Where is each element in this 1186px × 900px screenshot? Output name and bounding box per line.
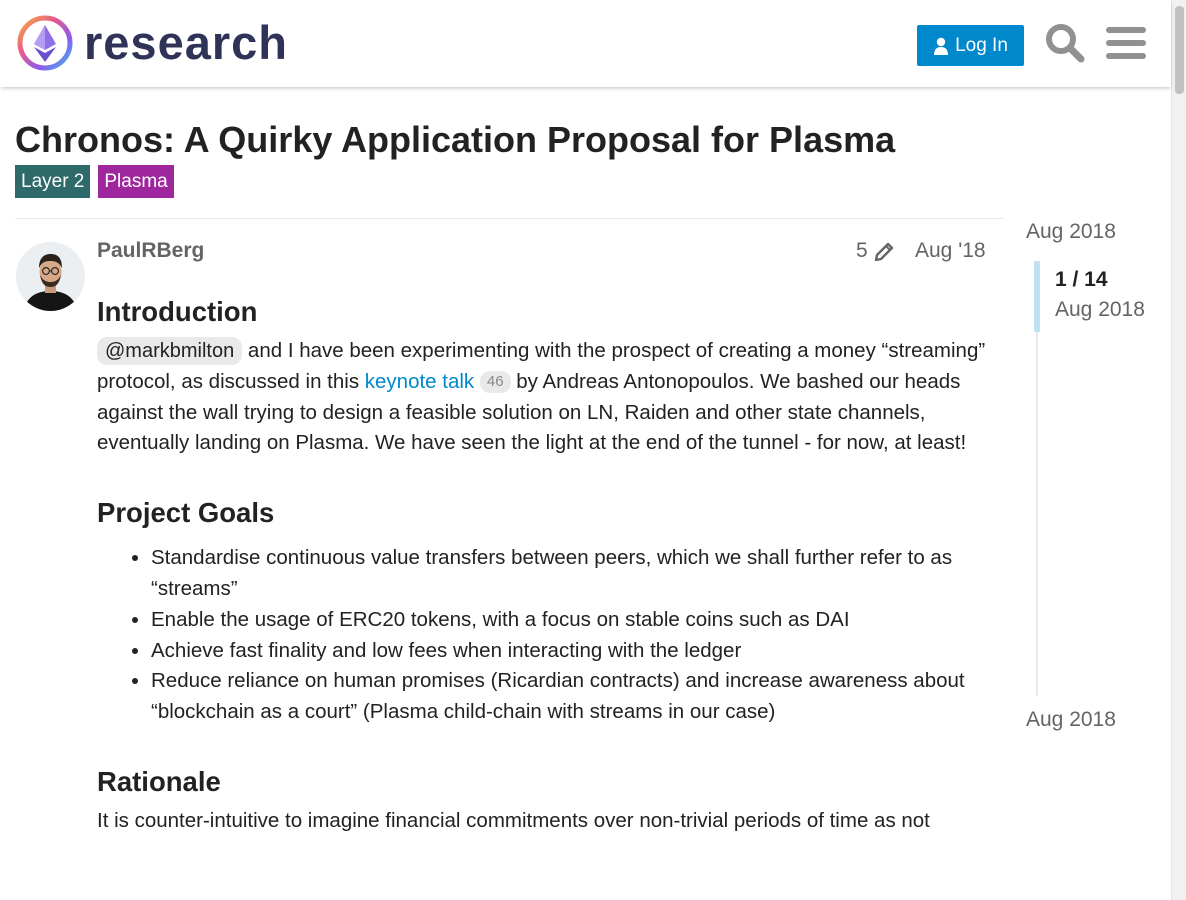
heading-rationale: Rationale [97, 765, 221, 797]
timeline-start-date[interactable]: Aug 2018 [1026, 220, 1116, 244]
link-click-count: 46 [479, 370, 511, 393]
timeline-current-date: Aug 2018 [1055, 298, 1145, 321]
pencil-icon [874, 242, 893, 262]
heading-introduction: Introduction [97, 296, 258, 327]
user-icon [934, 37, 949, 55]
divider [15, 218, 1004, 219]
timeline-scroll-handle[interactable] [1034, 261, 1040, 332]
edit-history[interactable]: 5 [856, 239, 896, 263]
post-body: Introduction @markbmilton and I have bee… [97, 290, 992, 837]
login-label: Log In [955, 34, 1008, 56]
topic-tags: Layer 2 Plasma [15, 165, 182, 198]
goals-list: Standardise continuous value transfers b… [97, 543, 992, 728]
avatar-image [16, 242, 85, 311]
keynote-talk-link[interactable]: keynote talk [365, 370, 474, 393]
site-logo[interactable]: research [16, 14, 288, 72]
author-avatar[interactable] [16, 242, 85, 311]
edit-count: 5 [856, 239, 868, 262]
site-header: research Log In [0, 0, 1171, 87]
hamburger-menu-icon[interactable] [1106, 25, 1146, 61]
goal-item: Reduce reliance on human promises (Ricar… [151, 666, 992, 728]
goal-item: Achieve fast finality and low fees when … [151, 636, 992, 667]
heading-project-goals: Project Goals [97, 497, 275, 529]
user-mention[interactable]: @markbmilton [97, 337, 243, 365]
timeline-end-date[interactable]: Aug 2018 [1026, 708, 1116, 732]
rationale-paragraph: It is counter-intuitive to imagine finan… [97, 808, 930, 832]
scrollbar-thumb[interactable] [1175, 6, 1184, 94]
topic-title[interactable]: Chronos: A Quirky Application Proposal f… [15, 119, 895, 161]
intro-paragraph: @markbmilton and I have been experimenti… [97, 336, 992, 459]
post-author[interactable]: PaulRBerg [97, 239, 204, 263]
timeline-position: 1 / 14 [1055, 268, 1108, 291]
page-scrollbar[interactable] [1171, 0, 1186, 900]
search-icon[interactable] [1044, 22, 1086, 64]
login-button[interactable]: Log In [917, 25, 1024, 66]
tag-layer-2[interactable]: Layer 2 [15, 165, 91, 198]
ethereum-logo-icon [17, 15, 73, 71]
goal-item: Enable the usage of ERC20 tokens, with a… [151, 605, 992, 636]
post-date[interactable]: Aug '18 [915, 239, 986, 263]
goal-item: Standardise continuous value transfers b… [151, 543, 992, 605]
tag-plasma[interactable]: Plasma [98, 165, 174, 198]
logo-text: research [84, 16, 288, 69]
